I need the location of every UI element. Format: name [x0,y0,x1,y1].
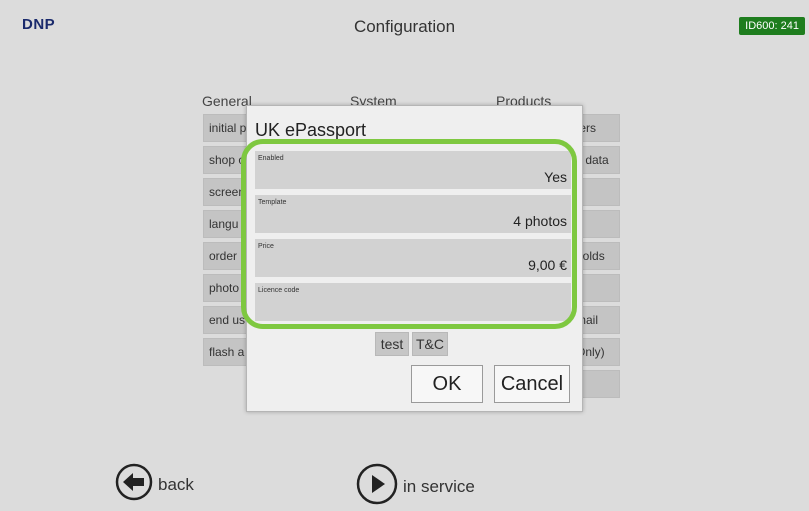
back-arrow-icon [114,462,158,507]
top-bar: DNP Configuration ID600: 241 [0,0,809,48]
enabled-label: Enabled [258,155,284,162]
general-button-language[interactable]: langu [203,210,251,238]
licence-code-label: Licence code [258,287,300,294]
general-button-screen[interactable]: screen [203,178,251,206]
column-header-general: General [202,93,252,109]
template-label: Template [258,199,287,206]
dialog-title: UK ePassport [255,120,367,140]
enabled-field[interactable]: Enabled Yes [255,151,571,189]
back-button[interactable]: back [114,462,194,507]
general-button-flash[interactable]: flash a [203,338,251,366]
general-button-end-user[interactable]: end us [203,306,251,334]
ok-button[interactable]: OK [411,365,483,403]
test-button[interactable]: test [375,332,409,356]
general-button-initial[interactable]: initial p [203,114,251,142]
uk-epassport-dialog: UK ePassport Enabled Yes Template 4 phot… [246,105,583,412]
device-id-badge: ID600: 241 [739,17,805,35]
cancel-button[interactable]: Cancel [494,365,570,403]
page-title: Configuration [353,17,456,36]
back-label: back [158,474,194,494]
general-button-photo[interactable]: photo [203,274,251,302]
template-value: 4 photos [513,213,567,229]
general-button-shop[interactable]: shop c [203,146,251,174]
licence-code-field[interactable]: Licence code [255,283,571,321]
price-value: 9,00 € [528,257,567,273]
play-icon [355,462,403,511]
enabled-value: Yes [544,169,567,185]
price-label: Price [258,243,274,250]
in-service-label: in service [403,476,475,496]
price-field[interactable]: Price 9,00 € [255,239,571,277]
general-button-order[interactable]: order [203,242,251,270]
template-field[interactable]: Template 4 photos [255,195,571,233]
terms-conditions-button[interactable]: T&C [412,332,448,356]
in-service-button[interactable]: in service [355,462,475,511]
